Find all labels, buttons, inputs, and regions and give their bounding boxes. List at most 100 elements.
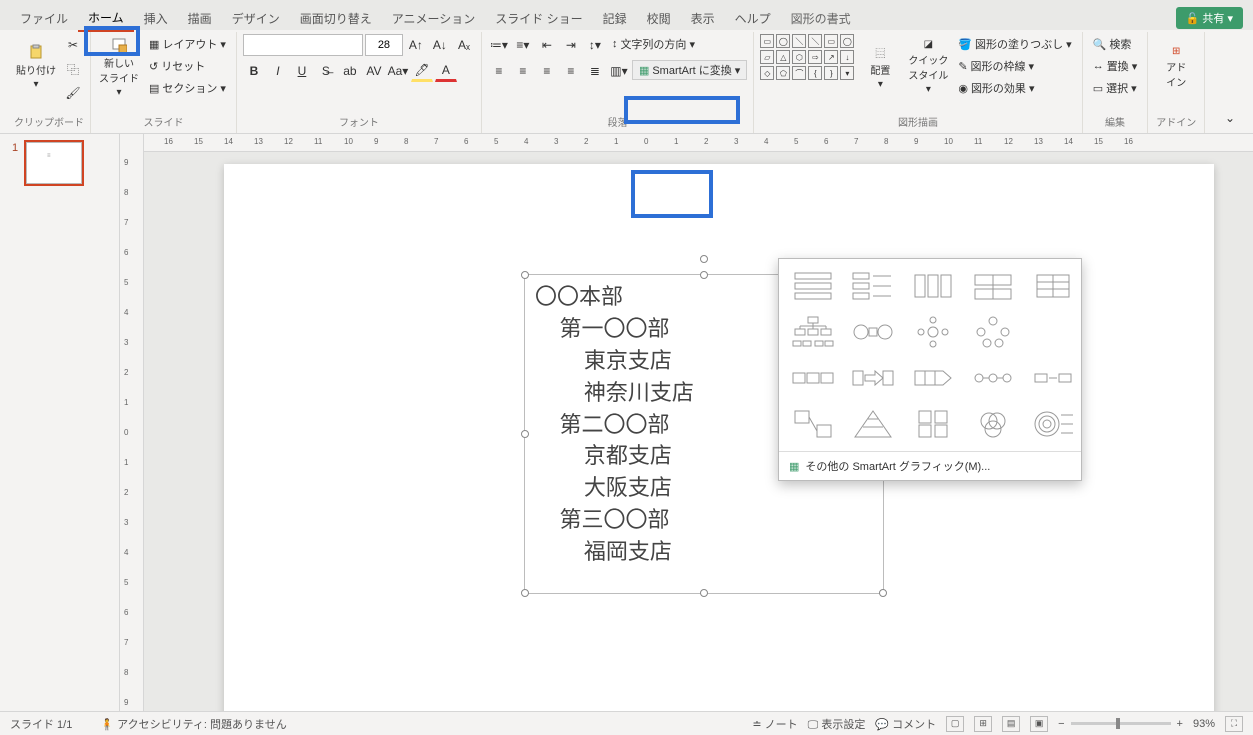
sa-item-matrix[interactable] (905, 403, 961, 445)
sa-item-process-circle[interactable] (845, 311, 901, 353)
tab-insert[interactable]: 挿入 (134, 6, 178, 31)
sa-item-pyramid[interactable] (845, 403, 901, 445)
format-painter-button[interactable]: 🖌 (62, 82, 84, 104)
text-direction-button[interactable]: ↕ 文字列の方向▾ (608, 34, 699, 54)
shape-effects-button[interactable]: ◉ 図形の効果▾ (954, 78, 1075, 98)
grow-font-button[interactable]: A↑ (405, 34, 427, 56)
shrink-font-button[interactable]: A↓ (429, 34, 451, 56)
canvas[interactable]: 1615141312111098765432101234567891011121… (144, 134, 1253, 711)
view-normal-button[interactable]: ▢ (946, 716, 964, 732)
indent-button[interactable]: ⇥ (560, 34, 582, 56)
sa-item-list-bullet[interactable] (845, 265, 901, 307)
underline-button[interactable]: U (291, 60, 313, 82)
rotate-handle[interactable] (700, 255, 708, 263)
view-slideshow-button[interactable]: ▣ (1030, 716, 1048, 732)
shadow-button[interactable]: ab (339, 60, 361, 82)
strike-button[interactable]: S̶ (315, 60, 337, 82)
layout-button[interactable]: ▦レイアウト▾ (145, 34, 230, 54)
align-center-button[interactable]: ≡ (512, 60, 534, 82)
sa-item-cycle-basic[interactable] (965, 311, 1021, 353)
sa-item-blank[interactable] (1025, 311, 1081, 353)
sa-item-picture-frame[interactable] (785, 403, 841, 445)
zoom-level[interactable]: 93% (1193, 718, 1215, 730)
zoom-slider[interactable] (1071, 722, 1171, 725)
tab-animations[interactable]: アニメーション (382, 6, 486, 31)
replace-button[interactable]: ↔ 置換▾ (1089, 56, 1142, 76)
tab-draw[interactable]: 描画 (178, 6, 222, 31)
tab-shape-format[interactable]: 図形の書式 (781, 6, 861, 31)
tab-review[interactable]: 校閲 (637, 6, 681, 31)
outdent-button[interactable]: ⇤ (536, 34, 558, 56)
shape-outline-button[interactable]: ✎ 図形の枠線▾ (954, 56, 1075, 76)
quick-styles-button[interactable]: ◪クイック スタイル▾ (906, 34, 950, 100)
section-button[interactable]: ▤セクション▾ (145, 78, 230, 98)
sa-item-process-continuous[interactable] (905, 357, 961, 399)
tab-slideshow[interactable]: スライド ショー (485, 6, 592, 31)
highlight-button[interactable]: 🖊 (411, 60, 433, 82)
addin-button[interactable]: ⊞アド イン (1154, 34, 1198, 100)
new-slide-button[interactable]: 新しい スライド▾ (97, 34, 141, 100)
handle-bm[interactable] (700, 589, 708, 597)
handle-tl[interactable] (521, 271, 529, 279)
arrange-button[interactable]: ⿳配置▾ (858, 34, 902, 100)
italic-button[interactable]: I (267, 60, 289, 82)
display-settings-button[interactable]: 🖵 表示設定 (808, 716, 866, 732)
fit-button[interactable]: ⛶ (1225, 716, 1243, 732)
find-button[interactable]: 🔍 検索 (1089, 34, 1142, 54)
sa-item-target[interactable] (1025, 403, 1081, 445)
share-button[interactable]: 🔓 共有 ▾ (1176, 7, 1243, 29)
tab-design[interactable]: デザイン (222, 6, 290, 31)
case-button[interactable]: Aa▾ (387, 60, 409, 82)
sa-item-list-block[interactable] (965, 265, 1021, 307)
comments-button[interactable]: 💬 コメント (875, 716, 936, 732)
font-color-button[interactable]: A (435, 60, 457, 82)
zoom-out-button[interactable]: − (1058, 718, 1064, 730)
paste-button[interactable]: 貼り付け▾ (14, 34, 58, 100)
numbering-button[interactable]: ≡▾ (512, 34, 534, 56)
sa-item-process-chevron[interactable] (785, 357, 841, 399)
smartart-convert-button[interactable]: ▦ SmartArt に変換 ▾ (632, 60, 747, 80)
tab-home[interactable]: ホーム (78, 5, 134, 32)
select-button[interactable]: ▭ 選択▾ (1089, 78, 1142, 98)
slide-thumbnail-1[interactable]: ≡ (26, 142, 82, 184)
tab-transitions[interactable]: 画面切り替え (290, 6, 382, 31)
sa-item-list-vertical[interactable] (785, 265, 841, 307)
font-size-input[interactable] (365, 34, 403, 56)
sa-item-process-accent[interactable] (1025, 357, 1081, 399)
distribute-button[interactable]: ≣ (584, 60, 606, 82)
smartart-more-button[interactable]: ▦ その他の SmartArt グラフィック(M)... (779, 451, 1081, 480)
handle-bl[interactable] (521, 589, 529, 597)
reset-button[interactable]: ↺リセット (145, 56, 230, 76)
columns-button[interactable]: ▥▾ (608, 60, 630, 82)
align-right-button[interactable]: ≡ (536, 60, 558, 82)
linespace-button[interactable]: ↕▾ (584, 34, 606, 56)
spacing-button[interactable]: AV (363, 60, 385, 82)
align-left-button[interactable]: ≡ (488, 60, 510, 82)
bullets-button[interactable]: ≔▾ (488, 34, 510, 56)
handle-tm[interactable] (700, 271, 708, 279)
cut-button[interactable]: ✂ (62, 34, 84, 56)
sa-item-venn[interactable] (965, 403, 1021, 445)
ribbon-collapse-button[interactable]: ⌄ (1219, 107, 1241, 129)
zoom-in-button[interactable]: + (1177, 718, 1183, 730)
view-reading-button[interactable]: ▤ (1002, 716, 1020, 732)
shape-fill-button[interactable]: 🪣 図形の塗りつぶし▾ (954, 34, 1075, 54)
handle-br[interactable] (879, 589, 887, 597)
font-name-input[interactable] (243, 34, 363, 56)
sa-item-process-arrow[interactable] (845, 357, 901, 399)
sa-item-list-tabbed[interactable] (905, 265, 961, 307)
tab-view[interactable]: 表示 (681, 6, 725, 31)
bold-button[interactable]: B (243, 60, 265, 82)
shapes-gallery[interactable]: ▭◯＼＼▭◯ ▱△⬡⇨↗↓ ◇⬠⌒{}▾ (760, 34, 854, 80)
sa-item-table[interactable] (1025, 265, 1081, 307)
copy-button[interactable]: ⿻ (62, 58, 84, 80)
clear-format-button[interactable]: Aₓ (453, 34, 475, 56)
sa-item-process-step[interactable] (965, 357, 1021, 399)
view-sorter-button[interactable]: ⊞ (974, 716, 992, 732)
tab-file[interactable]: ファイル (10, 6, 78, 31)
handle-ml[interactable] (521, 430, 529, 438)
notes-button[interactable]: ≐ ノート (752, 716, 797, 732)
status-accessibility[interactable]: 🧍 アクセシビリティ: 問題ありません (100, 716, 286, 732)
justify-button[interactable]: ≡ (560, 60, 582, 82)
sa-item-hierarchy-org[interactable] (785, 311, 841, 353)
